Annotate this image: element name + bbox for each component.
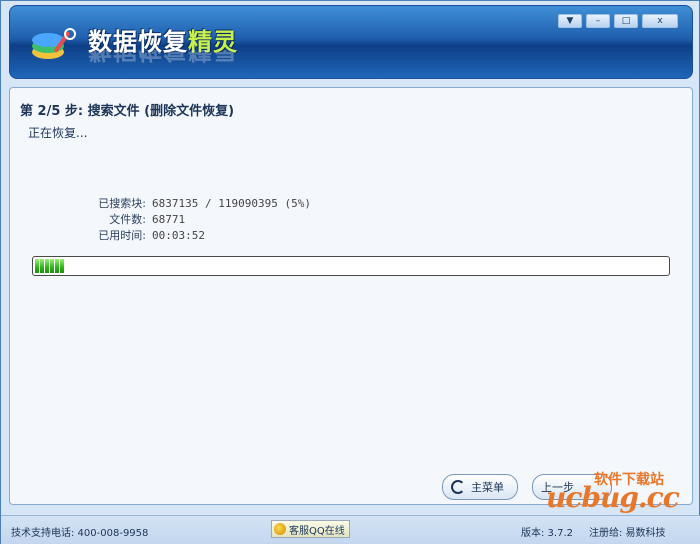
main-menu-label: 主菜单	[471, 481, 504, 494]
info-row: 已搜索块: 6837135 / 119090395 (5%)	[60, 196, 311, 212]
content-panel: 第 2/5 步: 搜索文件 (删除文件恢复) 正在恢复... 已搜索块: 683…	[9, 87, 693, 505]
data-recovery-logo-icon	[32, 28, 76, 59]
status-bar: 技术支持电话: 400-008-9958 客服QQ在线 版本: 3.7.2 注册…	[1, 515, 700, 544]
info-row: 文件数: 68771	[60, 212, 311, 228]
info-label: 文件数:	[109, 213, 146, 226]
info-row: 已用时间: 00:03:52	[60, 228, 311, 244]
progress-fill	[35, 259, 667, 273]
status-text: 正在恢复...	[28, 126, 88, 140]
progress-segment	[40, 259, 44, 273]
main-menu-button[interactable]: 主菜单	[442, 474, 518, 500]
app-window: 数据恢复精灵 数据恢复精灵 ▼ – □ x 第 2/5 步: 搜索文件 (删除文…	[0, 0, 700, 544]
registered-to: 注册给: 易数科技	[589, 528, 666, 539]
scan-info: 已搜索块: 6837135 / 119090395 (5%) 文件数: 6877…	[60, 196, 311, 244]
watermark: 软件下载站 ucbug.cc	[546, 465, 696, 514]
close-button[interactable]: x	[642, 14, 678, 28]
step-title: 第 2/5 步: 搜索文件 (删除文件恢复)	[20, 104, 235, 119]
progress-segment	[55, 259, 59, 273]
info-value: 00:03:52	[152, 229, 205, 242]
info-value: 6837135 / 119090395 (5%)	[152, 197, 311, 210]
progress-segment	[45, 259, 49, 273]
info-label: 已搜索块:	[98, 197, 146, 210]
app-title-reflection: 数据恢复精灵	[88, 50, 238, 64]
version-text: 版本: 3.7.2	[521, 528, 573, 539]
progress-bar	[32, 256, 670, 276]
progress-segment	[35, 259, 39, 273]
minimize-button[interactable]: –	[586, 14, 610, 28]
watermark-text-en: ucbug.cc	[546, 481, 680, 514]
window-controls: ▼ – □ x	[558, 14, 678, 28]
qq-online-button[interactable]: 客服QQ在线	[271, 520, 350, 538]
maximize-button[interactable]: □	[614, 14, 638, 28]
header-banner: 数据恢复精灵 数据恢复精灵 ▼ – □ x	[9, 5, 693, 79]
refresh-icon	[451, 480, 465, 494]
qq-icon	[274, 523, 286, 535]
progress-segment	[50, 259, 54, 273]
info-value: 68771	[152, 213, 186, 226]
info-label: 已用时间:	[98, 229, 146, 242]
support-phone: 技术支持电话: 400-008-9958	[11, 528, 149, 539]
progress-segment	[60, 259, 64, 273]
menu-dropdown-button[interactable]: ▼	[558, 14, 582, 28]
qq-label: 客服QQ在线	[289, 525, 345, 537]
